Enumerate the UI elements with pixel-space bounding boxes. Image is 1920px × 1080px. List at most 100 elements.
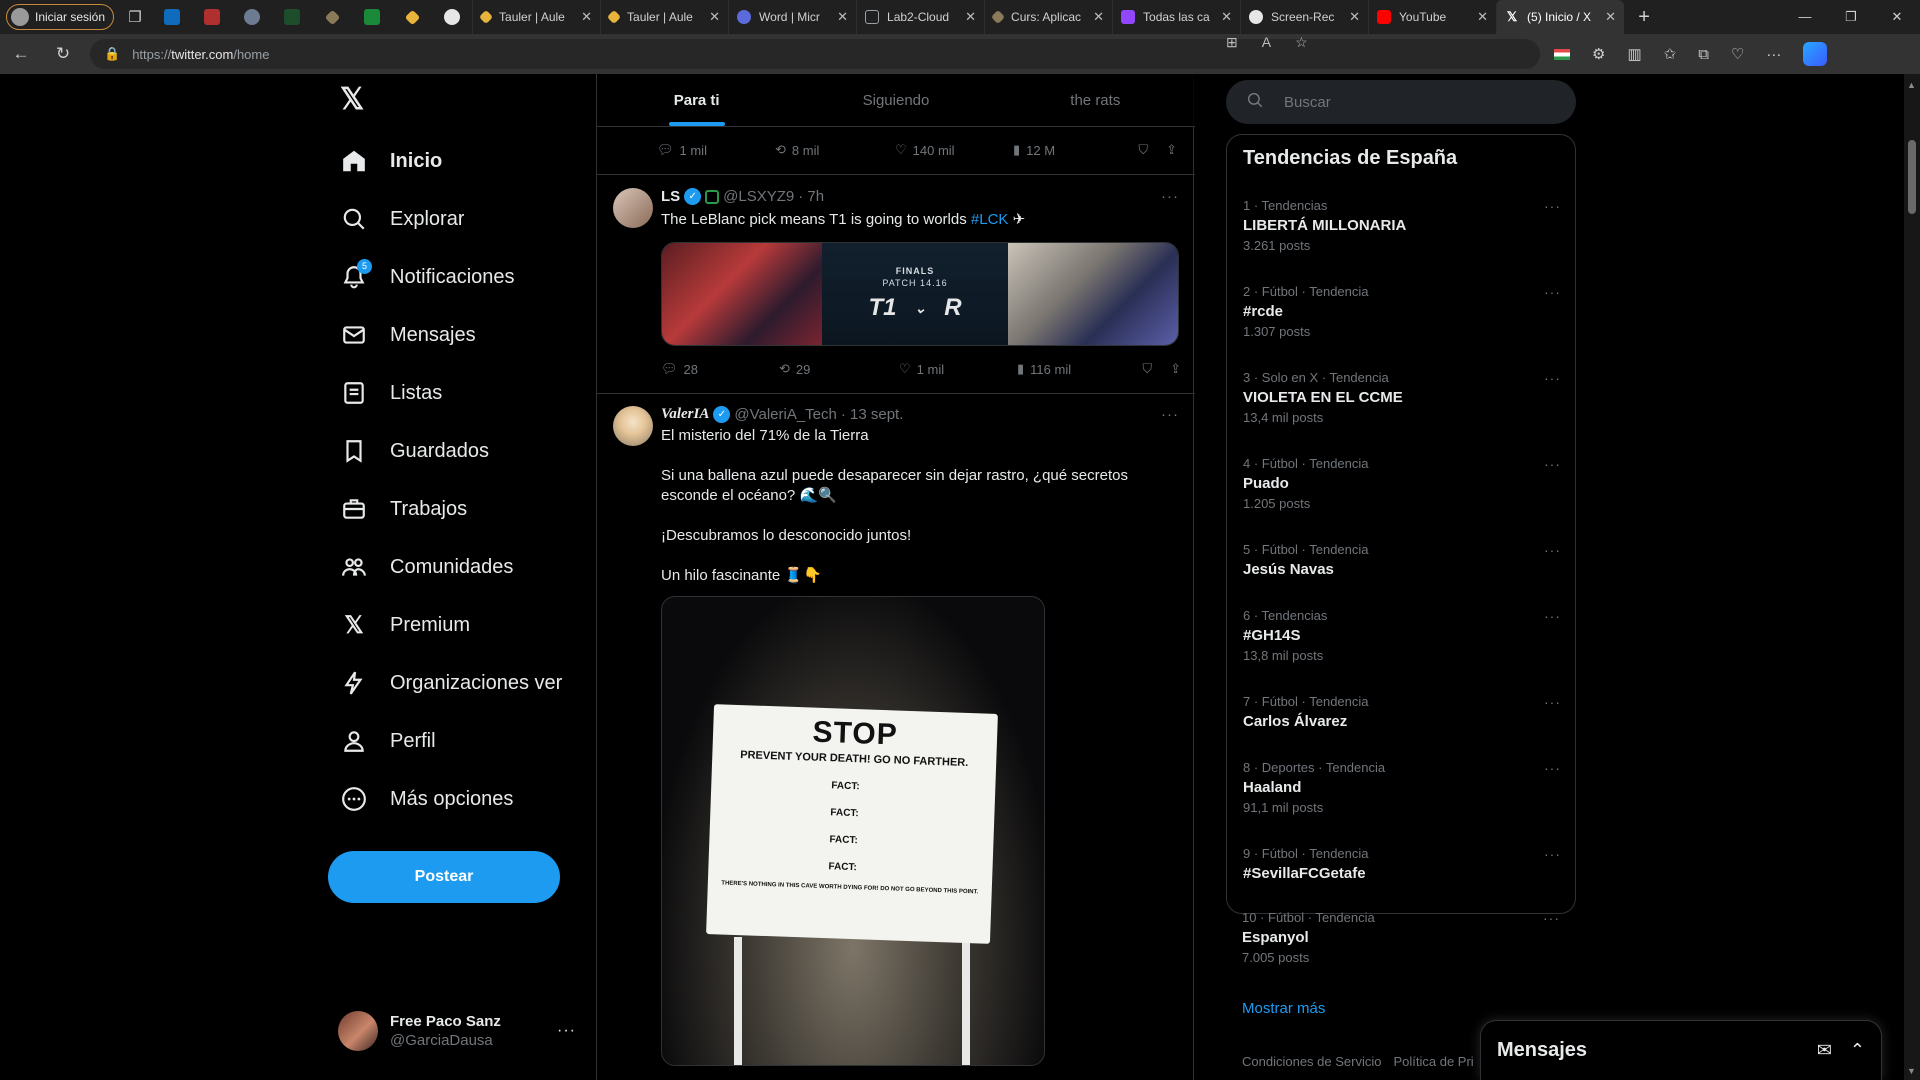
more-icon[interactable]: ··· [1544, 456, 1561, 472]
trend-item[interactable]: 4 · Fútbol · Tendencia Puado 1.205 posts ··… [1243, 456, 1561, 511]
nav-item-notificaciones[interactable]: 5 Notificaciones [340, 257, 515, 297]
extensions-icon[interactable]: ⚙ [1592, 45, 1605, 63]
tab[interactable]: Tauler | Aule ✕ [600, 0, 728, 34]
nav-item-organizaciones[interactable]: Organizaciones ver [340, 663, 562, 703]
close-icon[interactable]: ✕ [965, 9, 976, 25]
share-icon[interactable]: ⇪ [1170, 361, 1181, 377]
browser-essentials-icon[interactable]: ♡ [1731, 45, 1744, 63]
close-icon[interactable]: ✕ [581, 9, 592, 25]
close-icon[interactable]: ✕ [1349, 9, 1360, 25]
trend-item[interactable]: 9 · Fútbol · Tendencia #SevillaFCGetafe ··… [1243, 846, 1561, 882]
like-button[interactable]: ♡ 1 mil [899, 361, 1017, 377]
tweet[interactable]: ValerIA ✓ @ValeriA_Tech · 13 sept. ··· E… [597, 394, 1195, 1080]
workspaces-icon[interactable]: ❐ [118, 0, 152, 34]
more-icon[interactable]: ··· [1544, 694, 1561, 710]
more-icon[interactable]: ··· [1544, 284, 1561, 300]
nav-item-inicio[interactable]: Inicio [340, 141, 442, 181]
views-button[interactable]: ▮ 116 mil [1017, 361, 1133, 377]
tab[interactable]: Tauler | Aule ✕ [472, 0, 600, 34]
app-available-icon[interactable]: ⊞ [1226, 34, 1238, 51]
more-icon[interactable]: ··· [1161, 188, 1179, 205]
split-screen-icon[interactable]: ▥ [1627, 45, 1641, 63]
tweet-time[interactable]: · 13 sept. [841, 406, 904, 423]
pinned-tab-gray[interactable] [232, 0, 272, 34]
scroll-down-arrow-icon[interactable]: ▼ [1907, 1066, 1916, 1076]
repost-button[interactable]: ⟲ 8 mil [775, 142, 895, 158]
trend-item[interactable]: 8 · Deportes · Tendencia Haaland 91,1 mil … [1243, 760, 1561, 815]
reload-button[interactable]: ↻ [42, 44, 84, 64]
copilot-icon[interactable] [1803, 42, 1828, 66]
more-icon[interactable]: ··· [1544, 542, 1561, 558]
scroll-up-arrow-icon[interactable]: ▲ [1907, 80, 1916, 90]
tweet-image[interactable]: FINALS PATCH 14.16 T1 ⌄ R [661, 242, 1179, 346]
tab-siguiendo[interactable]: Siguiendo [796, 74, 995, 126]
back-button[interactable]: ← [0, 44, 42, 64]
more-icon[interactable]: ··· [557, 1022, 576, 1040]
settings-more-icon[interactable]: ··· [1766, 46, 1781, 63]
tab-para-ti[interactable]: Para ti [597, 74, 796, 126]
trend-item[interactable]: 2 · Fútbol · Tendencia #rcde 1.307 posts ··… [1243, 284, 1561, 339]
pinned-tab-openai[interactable] [432, 0, 472, 34]
close-icon[interactable]: ✕ [837, 9, 848, 25]
favorites-icon[interactable]: ✩ [1664, 45, 1677, 63]
bookmark-icon[interactable]: ⛉ [1138, 142, 1148, 158]
tab-the-rats[interactable]: the rats [996, 74, 1195, 126]
tweet[interactable]: LS ✓ @LSXYZ9 · 7h ··· The LeBlanc pick m… [597, 175, 1195, 393]
more-icon[interactable]: ··· [1544, 608, 1561, 624]
trend-item[interactable]: 6 · Tendencias #GH14S 13,8 mil posts ··· [1243, 608, 1561, 663]
tweet-avatar[interactable] [613, 188, 653, 228]
reply-button[interactable]: 💬︎ 1 mil [657, 142, 775, 158]
post-button[interactable]: Postear [328, 851, 560, 903]
pinned-tab-diamond[interactable] [312, 0, 352, 34]
nav-item-explorar[interactable]: Explorar [340, 199, 464, 239]
messages-drawer[interactable]: Mensajes ✉ ⌃ [1480, 1020, 1882, 1080]
trend-item[interactable]: 3 · Solo en X · Tendencia VIOLETA EN EL C… [1243, 370, 1561, 425]
nav-item-listas[interactable]: Listas [340, 373, 442, 413]
author-name[interactable]: LS [661, 188, 680, 205]
pinned-tab-yellow[interactable] [392, 0, 432, 34]
x-logo-icon[interactable]: 𝕏 [340, 84, 372, 116]
close-icon[interactable]: ✕ [709, 9, 720, 25]
nav-item-premium[interactable]: 𝕏 Premium [340, 605, 470, 645]
account-switcher[interactable]: Free Paco Sanz @GarciaDausa ··· [338, 1006, 576, 1056]
trend-item[interactable]: 10 · Fútbol · Tendencia Espanyol 7.005 pos… [1242, 910, 1560, 965]
nav-item-comunidades[interactable]: Comunidades [340, 547, 513, 587]
tweet-avatar[interactable] [613, 406, 653, 446]
tab[interactable]: Word | Micr ✕ [728, 0, 856, 34]
tweet-time[interactable]: · 7h [798, 188, 824, 205]
author-name[interactable]: ValerIA [661, 406, 709, 423]
minimize-button[interactable]: — [1782, 0, 1828, 34]
nav-item-trabajos[interactable]: Trabajos [340, 489, 467, 529]
pinned-tab-outlook[interactable] [152, 0, 192, 34]
tab[interactable]: Lab2-Cloud ✕ [856, 0, 984, 34]
collections-icon[interactable]: ⧉ [1698, 46, 1709, 63]
search-input[interactable]: Buscar [1226, 80, 1576, 124]
repost-button[interactable]: ⟲ 29 [779, 361, 899, 377]
tab[interactable]: Screen-Rec ✕ [1240, 0, 1368, 34]
pinned-tab-uab[interactable] [352, 0, 392, 34]
pinned-tab-red[interactable] [192, 0, 232, 34]
more-icon[interactable]: ··· [1544, 198, 1561, 214]
nav-item-guardados[interactable]: Guardados [340, 431, 489, 471]
nav-item-perfil[interactable]: Perfil [340, 721, 436, 761]
tweet-image-cave-sign[interactable]: STOP PREVENT YOUR DEATH! GO NO FARTHER. … [661, 596, 1045, 1066]
author-handle[interactable]: @LSXYZ9 [723, 188, 794, 205]
nav-item-mas-opciones[interactable]: Más opciones [340, 779, 513, 819]
close-window-button[interactable]: ✕ [1874, 0, 1920, 34]
close-icon[interactable]: ✕ [1605, 9, 1616, 25]
views-button[interactable]: ▮ 12 M [1013, 142, 1129, 158]
close-icon[interactable]: ✕ [1221, 9, 1232, 25]
trend-item[interactable]: 5 · Fútbol · Tendencia Jesús Navas ··· [1243, 542, 1561, 578]
close-icon[interactable]: ✕ [1093, 9, 1104, 25]
favorite-star-icon[interactable]: ☆ [1295, 34, 1308, 51]
read-aloud-icon[interactable]: A [1262, 34, 1271, 51]
tab[interactable]: Todas las ca ✕ [1112, 0, 1240, 34]
profile-button[interactable]: Iniciar sesión [6, 4, 115, 30]
new-tab-button[interactable]: + [1624, 6, 1664, 29]
pinned-tab-green[interactable] [272, 0, 312, 34]
new-message-icon[interactable]: ✉ [1817, 1040, 1832, 1061]
url-field[interactable]: 🔒 https://twitter.com/home ⊞ A ☆ [90, 34, 1540, 69]
more-icon[interactable]: ··· [1544, 760, 1561, 776]
trend-item[interactable]: 1 · Tendencias LIBERTÁ MILLONARIA 3.261 po… [1243, 198, 1561, 253]
more-icon[interactable]: ··· [1544, 370, 1561, 386]
